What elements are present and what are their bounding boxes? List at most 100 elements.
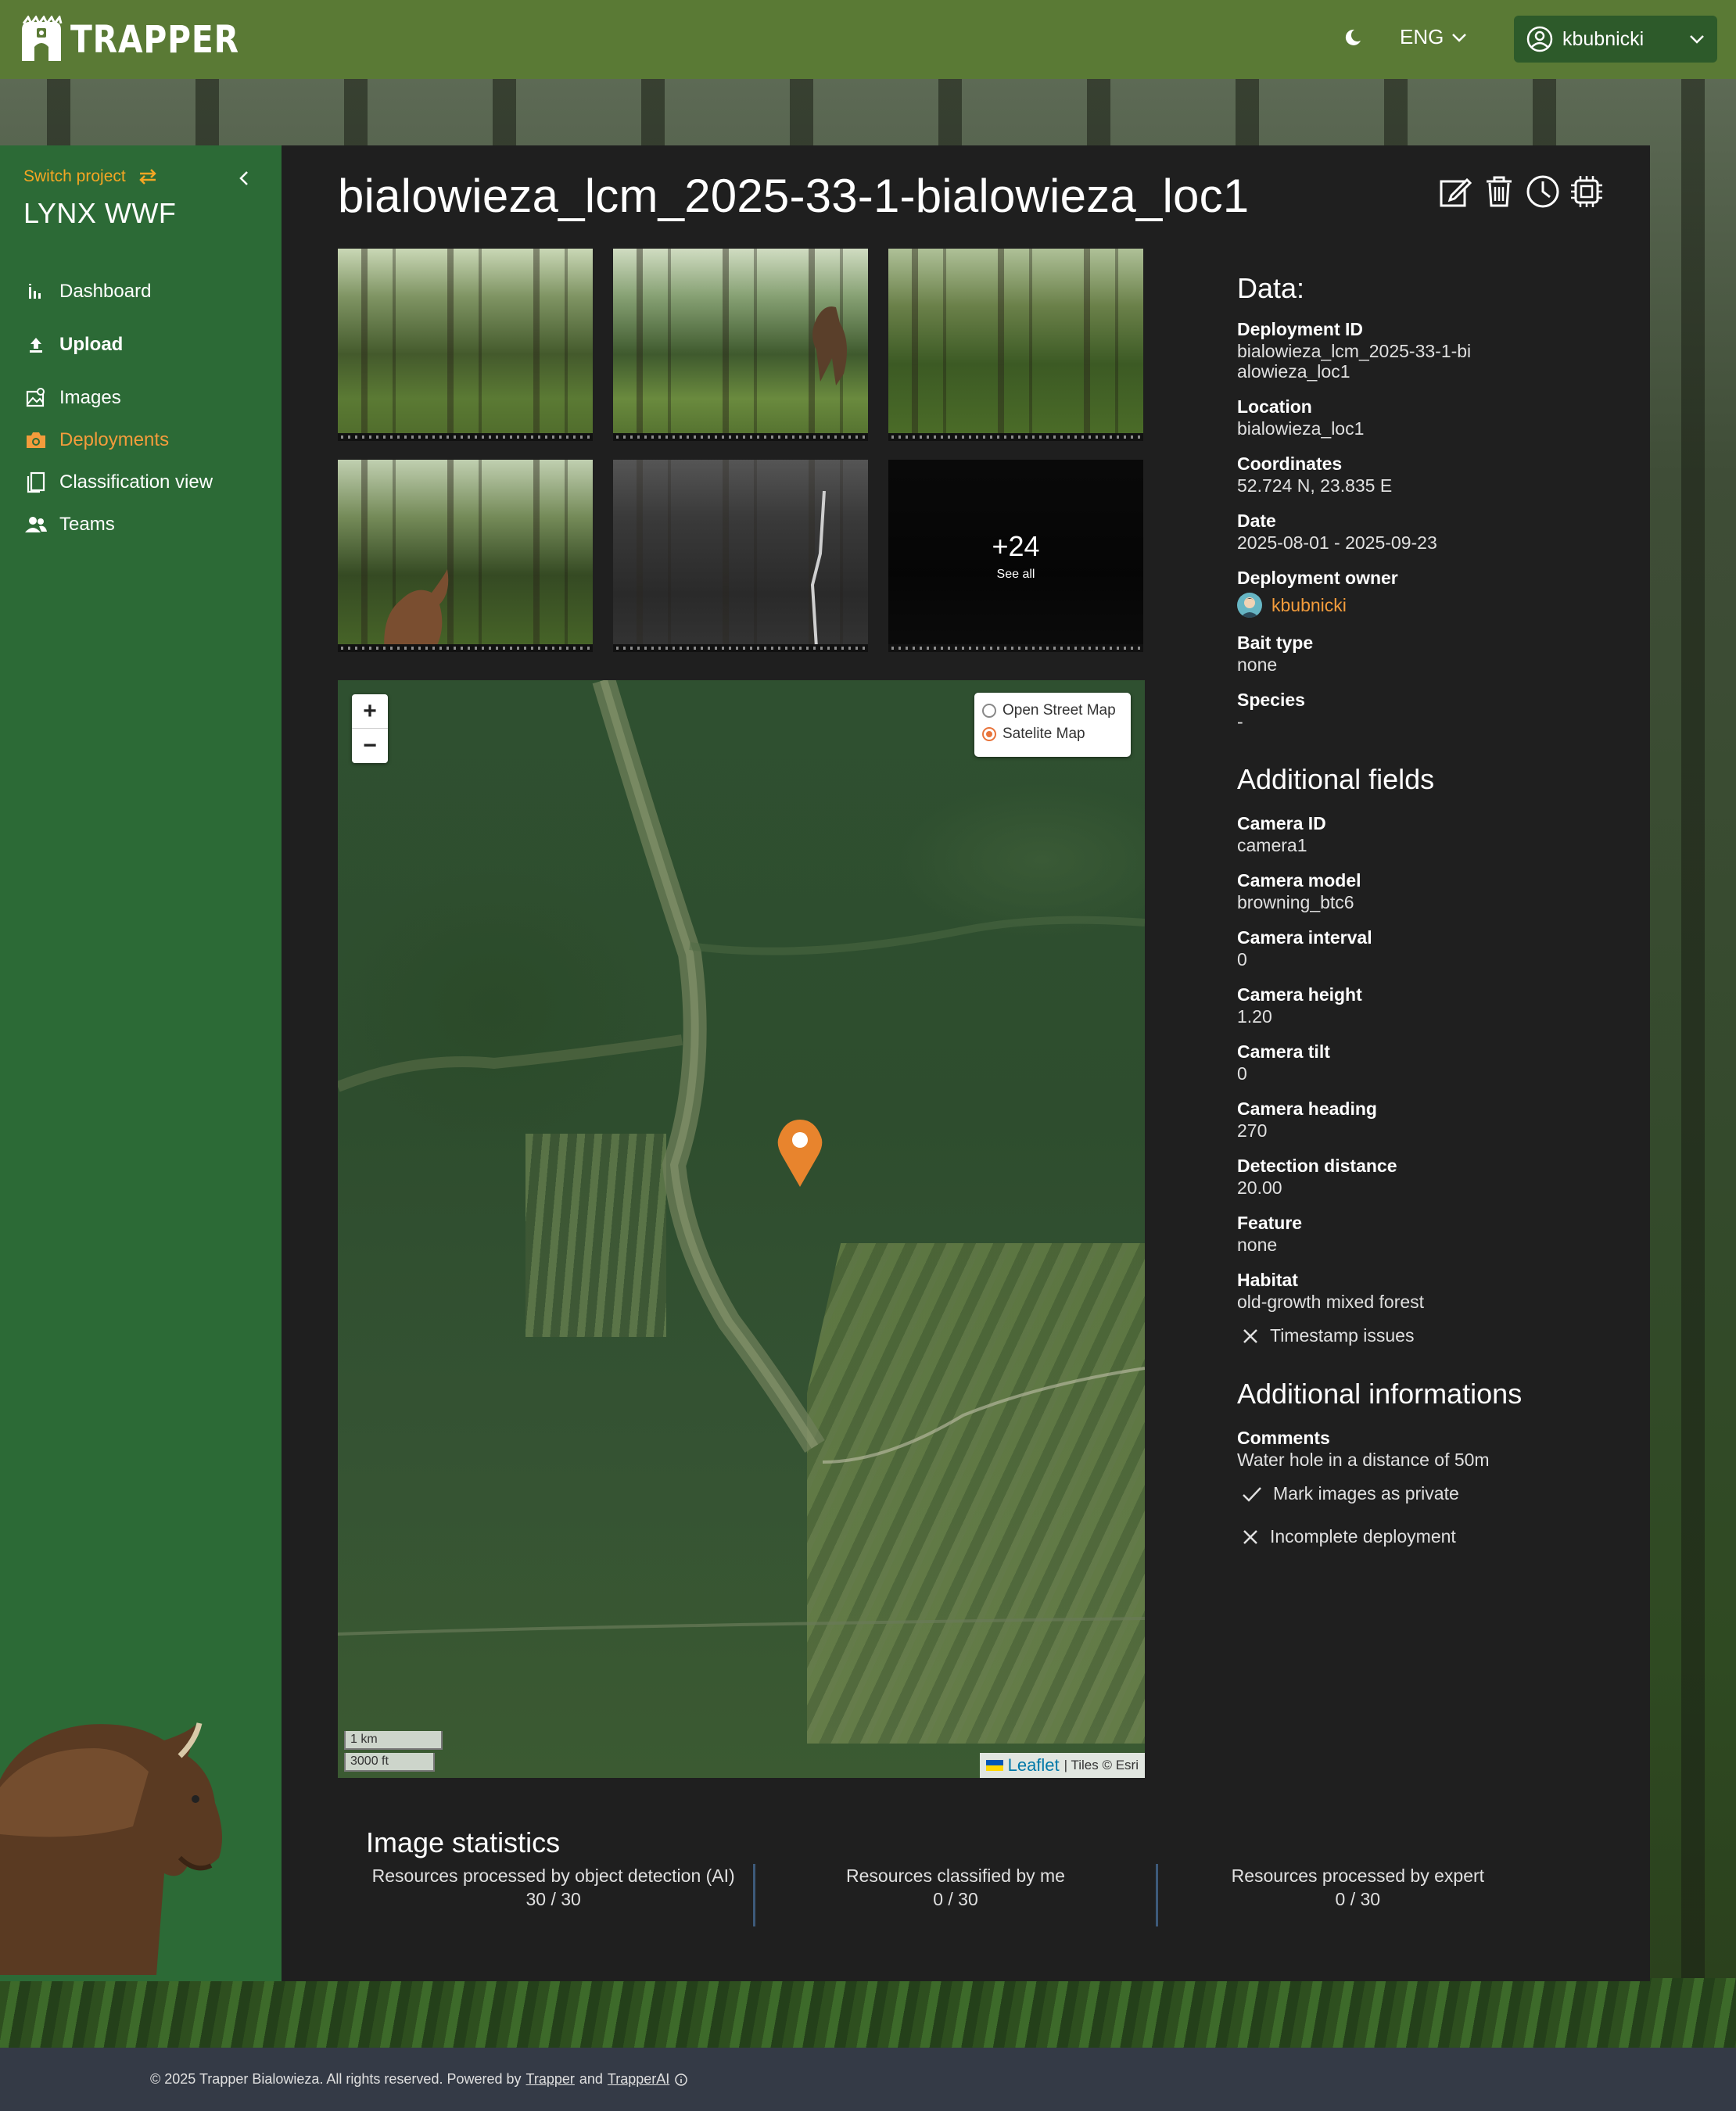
timestamp-issues-flag: Timestamp issues bbox=[1242, 1325, 1612, 1346]
image-statistics: Resources processed by object detection … bbox=[353, 1864, 1558, 1926]
field-label: Habitat bbox=[1237, 1270, 1298, 1290]
layer-option-satellite[interactable]: Satelite Map bbox=[982, 722, 1123, 746]
project-name: LYNX WWF bbox=[23, 197, 177, 229]
stat-value: 30 / 30 bbox=[525, 1889, 581, 1909]
data-heading: Data: bbox=[1237, 272, 1305, 304]
habitat-value: old-growth mixed forest bbox=[1237, 1292, 1425, 1312]
layer-option-osm[interactable]: Open Street Map bbox=[982, 699, 1123, 722]
collapse-sidebar-icon[interactable] bbox=[233, 167, 255, 189]
deer-figure bbox=[384, 569, 449, 652]
language-selector[interactable]: ENG bbox=[1400, 25, 1467, 49]
radio-button[interactable] bbox=[982, 727, 996, 741]
field-label: Location bbox=[1237, 396, 1312, 417]
field-label: Date bbox=[1237, 511, 1276, 531]
sidebar-item-classification-view[interactable]: Classification view bbox=[23, 461, 274, 504]
leaflet-link[interactable]: Leaflet bbox=[1008, 1755, 1060, 1776]
map-attribution: Leaflet | Tiles © Esri bbox=[979, 1753, 1145, 1778]
footer-text: © 2025 Trapper Bialowieza. All rights re… bbox=[150, 2071, 688, 2088]
feature-value: none bbox=[1237, 1235, 1278, 1255]
x-icon bbox=[1243, 1529, 1257, 1544]
language-label: ENG bbox=[1400, 25, 1444, 48]
app-logo[interactable]: TRAPPER bbox=[17, 16, 269, 64]
sidebar-item-teams[interactable]: Teams bbox=[23, 504, 274, 546]
layer-label: Satelite Map bbox=[1003, 726, 1085, 742]
image-thumbnail[interactable] bbox=[613, 460, 868, 652]
location-value: bialowieza_loc1 bbox=[1237, 418, 1365, 439]
delete-icon bbox=[1487, 176, 1512, 207]
image-thumbnail[interactable] bbox=[888, 249, 1143, 441]
bison-illustration bbox=[0, 1722, 222, 1975]
flag-label: Incomplete deployment bbox=[1270, 1526, 1456, 1547]
logo-text: TRAPPER bbox=[70, 18, 239, 62]
stat-expert: Resources processed by expert 0 / 30 bbox=[1155, 1864, 1558, 1926]
page-title: bialowieza_lcm_2025-33-1-bialowieza_loc1 bbox=[338, 170, 1250, 222]
edit-button[interactable] bbox=[1437, 174, 1473, 210]
radio-button[interactable] bbox=[982, 704, 996, 718]
sidebar-item-dashboard[interactable]: Dashboard bbox=[23, 271, 274, 313]
dark-mode-toggle-icon[interactable] bbox=[1342, 27, 1364, 48]
zoom-out-button[interactable]: − bbox=[352, 729, 388, 763]
scale-imperial: 3000 ft bbox=[344, 1753, 435, 1772]
ukraine-flag-icon bbox=[985, 1760, 1003, 1771]
delete-button[interactable] bbox=[1481, 174, 1517, 210]
see-all-label: See all bbox=[996, 568, 1035, 581]
info-icon[interactable] bbox=[674, 2073, 688, 2087]
user-menu[interactable]: kbubnicki bbox=[1514, 16, 1717, 63]
additional-info-heading: Additional informations bbox=[1237, 1378, 1523, 1410]
deployment-id-value: bialowieza_lcm_2025-33-1-bialowieza_loc1 bbox=[1237, 341, 1472, 382]
see-all-images[interactable]: +24 See all bbox=[888, 460, 1143, 652]
field-label: Camera ID bbox=[1237, 813, 1326, 833]
stat-label: Resources processed by object detection … bbox=[371, 1865, 735, 1886]
processor-icon bbox=[1571, 176, 1602, 207]
history-button[interactable] bbox=[1525, 174, 1561, 210]
deployment-actions bbox=[1437, 174, 1605, 210]
additional-fields-heading: Additional fields bbox=[1237, 763, 1435, 795]
bait-value: none bbox=[1237, 654, 1278, 675]
image-thumbnail[interactable] bbox=[613, 249, 868, 441]
swap-arrows-icon bbox=[138, 169, 156, 185]
camera-model-value: browning_btc6 bbox=[1237, 892, 1354, 912]
camera-icon bbox=[23, 428, 48, 453]
images-icon bbox=[23, 385, 48, 410]
main-panel: bialowieza_lcm_2025-33-1-bialowieza_loc1 bbox=[282, 145, 1650, 1981]
location-marker-icon[interactable] bbox=[776, 1118, 824, 1188]
field-label: Camera heading bbox=[1237, 1099, 1377, 1119]
detection-distance-value: 20.00 bbox=[1237, 1177, 1282, 1198]
owner-link[interactable]: kbubnicki bbox=[1272, 595, 1347, 616]
field-label: Camera model bbox=[1237, 870, 1361, 891]
camera-interval-value: 0 bbox=[1237, 949, 1247, 969]
stat-value: 0 / 30 bbox=[933, 1889, 978, 1909]
field-label: Camera tilt bbox=[1237, 1041, 1330, 1062]
map-scale: 1 km 3000 ft bbox=[344, 1728, 443, 1772]
footer-and: and bbox=[579, 2071, 603, 2087]
image-thumbnail[interactable] bbox=[338, 460, 593, 652]
username: kbubnicki bbox=[1562, 27, 1645, 50]
sidebar-item-label: Deployments bbox=[59, 429, 170, 450]
species-value: - bbox=[1237, 711, 1243, 732]
incomplete-deployment-flag: Incomplete deployment bbox=[1242, 1526, 1612, 1547]
camera-tilt-value: 0 bbox=[1237, 1063, 1247, 1084]
deployment-owner: kbubnicki bbox=[1237, 593, 1612, 618]
deployment-map[interactable]: + − Open Street Map Satelite Map 1 km 30… bbox=[338, 680, 1145, 1778]
avatar bbox=[1237, 593, 1262, 618]
upload-icon bbox=[23, 332, 48, 357]
mark-private-flag: Mark images as private bbox=[1242, 1483, 1612, 1504]
sidebar-item-upload[interactable]: Upload bbox=[23, 324, 274, 366]
processor-button[interactable] bbox=[1569, 174, 1605, 210]
sidebar-item-deployments[interactable]: Deployments bbox=[23, 419, 274, 461]
trapperai-link[interactable]: TrapperAI bbox=[608, 2071, 669, 2088]
sidebar-item-images[interactable]: Images bbox=[23, 377, 274, 419]
sidebar-item-label: Upload bbox=[59, 334, 124, 355]
date-value: 2025-08-01 - 2025-09-23 bbox=[1237, 532, 1437, 553]
image-thumbnail[interactable] bbox=[338, 249, 593, 441]
field-label: Deployment owner bbox=[1237, 568, 1398, 588]
field-label: Coordinates bbox=[1237, 453, 1343, 474]
switch-project-button[interactable]: Switch project bbox=[23, 167, 159, 186]
stat-ai-detection: Resources processed by object detection … bbox=[353, 1864, 753, 1926]
zoom-in-button[interactable]: + bbox=[352, 694, 388, 729]
trapper-link[interactable]: Trapper bbox=[526, 2071, 575, 2088]
sidebar-item-label: Classification view bbox=[59, 471, 213, 493]
branch-figure bbox=[810, 491, 826, 647]
field-label: Comments bbox=[1237, 1428, 1330, 1448]
scale-metric: 1 km bbox=[344, 1731, 443, 1750]
